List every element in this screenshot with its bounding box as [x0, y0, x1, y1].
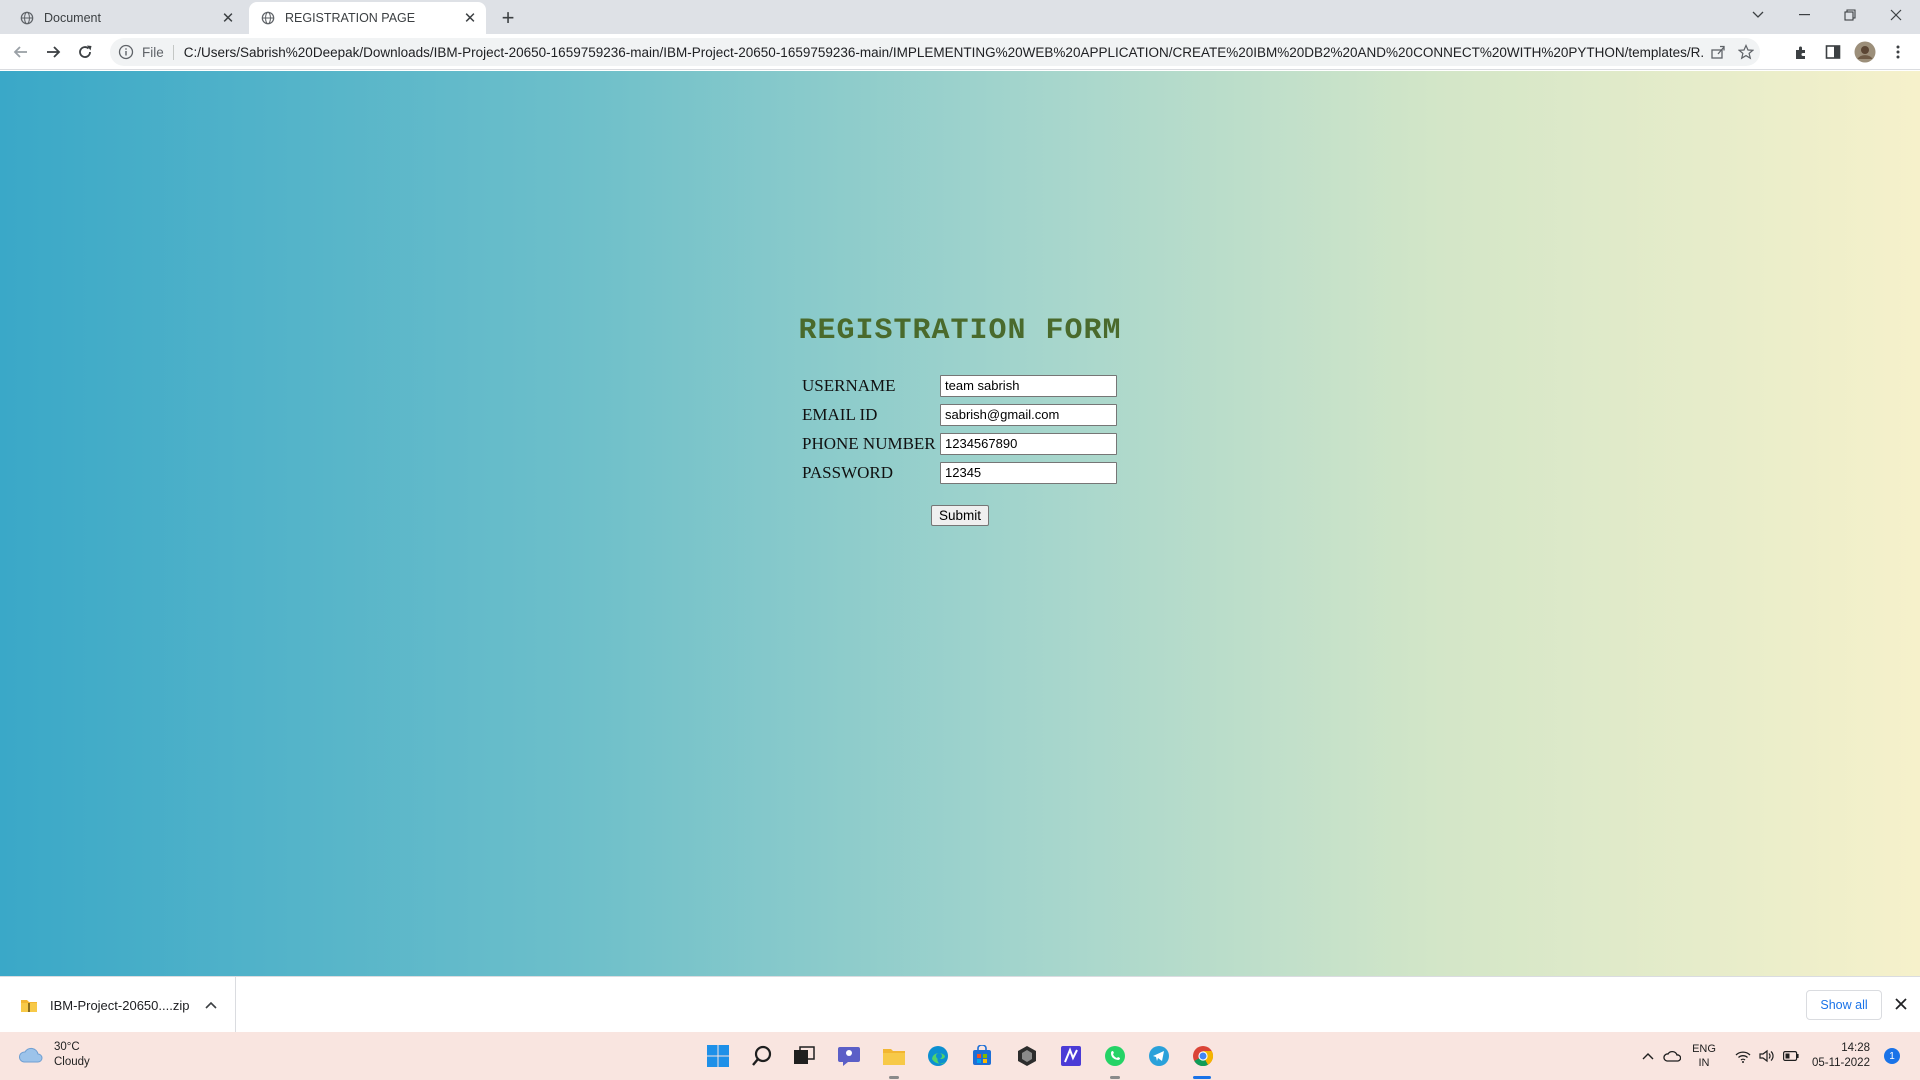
restore-button[interactable] — [1828, 0, 1872, 30]
new-tab-button[interactable]: + — [496, 5, 520, 30]
telegram-icon[interactable] — [1143, 1040, 1175, 1072]
task-view-icon[interactable] — [788, 1040, 820, 1072]
tab-title: REGISTRATION PAGE — [285, 11, 416, 25]
clock-date: 05-11-2022 — [1812, 1057, 1870, 1069]
battery-icon[interactable] — [1780, 1032, 1802, 1080]
globe-icon — [20, 11, 34, 25]
volume-icon[interactable] — [1756, 1032, 1778, 1080]
tab-search-icon[interactable] — [1736, 0, 1780, 30]
form-row-phone: PHONE NUMBER — [802, 429, 1117, 458]
close-download-bar-icon[interactable] — [1890, 993, 1912, 1015]
cloud-icon — [18, 1047, 43, 1063]
globe-icon — [261, 11, 275, 25]
form-row-password: PASSWORD — [802, 458, 1117, 487]
tab-document[interactable]: Document ✕ — [8, 2, 244, 34]
weather-widget[interactable]: 30°C Cloudy — [18, 1040, 90, 1070]
url-text[interactable]: C:/Users/Sabrish%20Deepak/Downloads/IBM-… — [184, 45, 1704, 60]
close-icon[interactable]: ✕ — [220, 10, 236, 27]
form-row-email: EMAIL ID — [802, 400, 1117, 429]
tab-strip: Document ✕ REGISTRATION PAGE ✕ + — [0, 0, 1920, 34]
bookmark-star-icon[interactable] — [1732, 38, 1760, 66]
weather-condition: Cloudy — [54, 1056, 90, 1068]
download-item[interactable]: IBM-Project-20650....zip — [14, 977, 236, 1033]
file-scheme-label: File — [142, 44, 174, 60]
close-window-button[interactable] — [1874, 0, 1918, 30]
download-filename: IBM-Project-20650....zip — [50, 997, 190, 1013]
chat-icon[interactable] — [833, 1040, 865, 1072]
phone-input[interactable] — [940, 432, 1117, 455]
back-icon[interactable] — [7, 38, 35, 66]
forward-icon[interactable] — [39, 38, 67, 66]
chevron-up-icon[interactable] — [199, 1001, 223, 1009]
file-explorer-icon[interactable] — [878, 1040, 910, 1072]
chevron-up-icon[interactable] — [1638, 1032, 1658, 1080]
notification-badge[interactable]: 1 — [1884, 1048, 1900, 1064]
store-icon[interactable] — [966, 1040, 998, 1072]
running-indicator — [1110, 1076, 1120, 1079]
tab-registration-page[interactable]: REGISTRATION PAGE ✕ — [249, 2, 486, 34]
address-bar[interactable]: File C:/Users/Sabrish%20Deepak/Downloads… — [110, 38, 1760, 66]
submit-button[interactable]: Submit — [931, 505, 989, 526]
registration-form: USERNAME EMAIL ID PHONE NUMBER PASSWORD — [802, 371, 1117, 487]
info-icon[interactable] — [118, 44, 134, 60]
taskbar: 30°C Cloudy ENG IN 14:28 05-11-2022 1 — [0, 1032, 1920, 1080]
zip-folder-icon — [21, 1000, 37, 1012]
clock-time: 14:28 — [1841, 1042, 1870, 1054]
reload-icon[interactable] — [71, 38, 99, 66]
password-label: PASSWORD — [802, 462, 894, 482]
show-all-button[interactable]: Show all — [1806, 990, 1882, 1020]
phone-label: PHONE NUMBER — [802, 433, 936, 453]
language-code: ENG — [1692, 1043, 1716, 1055]
onedrive-icon[interactable] — [1660, 1032, 1684, 1080]
extensions-icon[interactable] — [1787, 38, 1815, 66]
clock[interactable]: 14:28 05-11-2022 — [1808, 1032, 1874, 1080]
edge-icon[interactable] — [922, 1040, 954, 1072]
weather-temp: 30°C — [54, 1041, 80, 1053]
email-input[interactable] — [940, 403, 1117, 426]
chrome-icon[interactable] — [1187, 1040, 1219, 1072]
app-n-icon[interactable] — [1055, 1040, 1087, 1072]
username-label: USERNAME — [802, 375, 896, 395]
profile-avatar[interactable] — [1851, 38, 1879, 66]
running-indicator — [1193, 1076, 1211, 1079]
running-indicator — [889, 1076, 899, 1079]
language-indicator[interactable]: ENG IN — [1688, 1032, 1720, 1080]
whatsapp-icon[interactable] — [1099, 1040, 1131, 1072]
minimize-button[interactable] — [1782, 0, 1826, 30]
email-label: EMAIL ID — [802, 404, 878, 424]
page-viewport: REGISTRATION FORM USERNAME EMAIL ID PHON… — [0, 71, 1920, 976]
wifi-icon[interactable] — [1732, 1032, 1754, 1080]
search-icon[interactable] — [746, 1040, 778, 1072]
language-region: IN — [1698, 1057, 1710, 1069]
app-cube-icon[interactable] — [1011, 1040, 1043, 1072]
menu-kebab-icon[interactable] — [1884, 38, 1912, 66]
password-input[interactable] — [940, 461, 1117, 484]
share-icon[interactable] — [1704, 38, 1732, 66]
tab-title: Document — [44, 11, 101, 25]
close-icon[interactable]: ✕ — [462, 10, 478, 27]
side-panel-icon[interactable] — [1819, 38, 1847, 66]
form-row-username: USERNAME — [802, 371, 1117, 400]
page-title: REGISTRATION FORM — [798, 314, 1122, 348]
username-input[interactable] — [940, 374, 1117, 397]
start-icon[interactable] — [702, 1040, 734, 1072]
download-bar: IBM-Project-20650....zip Show all — [0, 976, 1920, 1033]
browser-toolbar: File C:/Users/Sabrish%20Deepak/Downloads… — [0, 34, 1920, 70]
